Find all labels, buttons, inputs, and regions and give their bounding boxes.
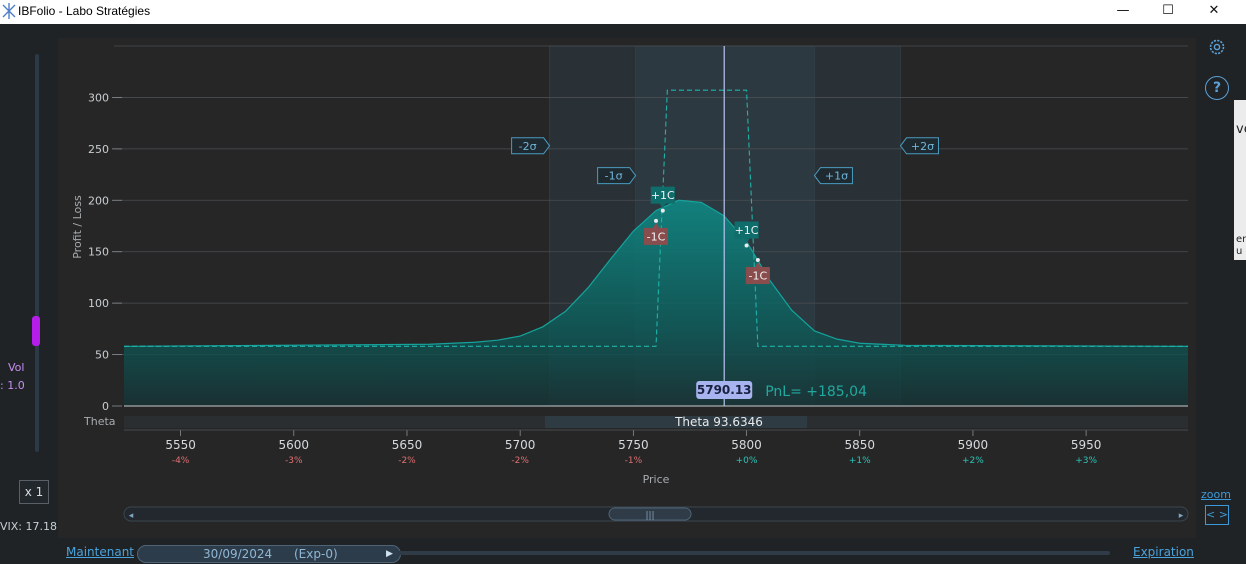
theta-row-label: Theta (83, 415, 116, 428)
leg-label: +1C (735, 224, 759, 237)
x-tick-percent: -3% (285, 456, 303, 466)
x-tick-percent: -2% (511, 456, 529, 466)
help-button[interactable]: ? (1205, 76, 1229, 100)
x-tick-percent: +1% (849, 456, 871, 466)
x-tick-label: 5550 (165, 438, 196, 452)
sigma-marker-label: +1σ (825, 170, 848, 183)
y-tick-label: 200 (88, 194, 109, 207)
leg-label: -1C (749, 269, 768, 282)
zoom-button[interactable]: < > (1205, 505, 1229, 525)
x-tick-label: 5900 (958, 438, 989, 452)
x-tick-percent: -2% (398, 456, 416, 466)
y-tick-label: 50 (95, 349, 109, 362)
zoom-label[interactable]: zoom (1201, 488, 1231, 501)
y-tick-label: 150 (88, 246, 109, 259)
scrollbar-grip-icon: ||| (645, 511, 654, 521)
expiration-link[interactable]: Expiration (1133, 545, 1194, 559)
x-tick-label: 5950 (1071, 438, 1102, 452)
date-slider-track[interactable] (398, 551, 1110, 555)
scroll-left-arrow[interactable]: ◂ (129, 511, 134, 521)
pnl-chart[interactable]: -2σ -1σ +1σ +2σ +1C -1C +1C -1C 0 50 100 150 200 25… (0, 0, 1246, 564)
scroll-right-arrow[interactable]: ▸ (1179, 511, 1184, 521)
x-tick-label: 5750 (618, 438, 649, 452)
y-axis-label: Profit / Loss (71, 195, 84, 259)
leg-point[interactable] (744, 243, 749, 248)
y-tick-label: 300 (88, 91, 109, 104)
x-tick-percent: +2% (962, 456, 984, 466)
x-tick-percent: +3% (1075, 456, 1097, 466)
leg-point[interactable] (660, 208, 665, 213)
pnl-readout: PnL= +185,04 (765, 384, 867, 400)
expiry-tag: (Exp-0) (294, 547, 338, 561)
sigma-marker-label: -1σ (605, 170, 623, 183)
x-tick-percent: +0% (736, 456, 758, 466)
leg-point[interactable] (755, 257, 760, 262)
x-tick-label: 5650 (392, 438, 423, 452)
play-arrow-icon[interactable]: ▶ (386, 546, 393, 562)
sigma-marker-label: +2σ (911, 140, 934, 153)
x-tick-label: 5850 (844, 438, 875, 452)
sigma-marker-label: -2σ (519, 140, 537, 153)
y-tick-label: 100 (88, 297, 109, 310)
y-tick-label: 0 (102, 400, 109, 413)
date-slider-thumb[interactable]: 30/09/2024 (Exp-0) ▶ (137, 545, 401, 563)
leg-point[interactable] (654, 218, 658, 223)
now-link[interactable]: Maintenant (66, 545, 134, 559)
x-tick-percent: -4% (172, 456, 190, 466)
theta-value: Theta 93.6346 (674, 415, 763, 429)
edge-fragment-1: ve (1236, 122, 1246, 137)
leg-label: +1C (651, 189, 675, 202)
current-price-value: 5790.13 (697, 383, 752, 397)
x-tick-label: 5600 (279, 438, 310, 452)
edge-fragment-2: en (1236, 234, 1246, 245)
date-label: 30/09/2024 (203, 547, 273, 561)
x-axis-label: Price (643, 473, 670, 486)
x-tick-label: 5700 (505, 438, 536, 452)
x-tick-percent: -1% (625, 456, 643, 466)
y-tick-label: 250 (88, 143, 109, 156)
x-tick-label: 5800 (731, 438, 762, 452)
leg-label: -1C (647, 230, 666, 243)
gear-icon[interactable] (1208, 38, 1226, 56)
edge-fragment-3: u (1236, 246, 1243, 257)
